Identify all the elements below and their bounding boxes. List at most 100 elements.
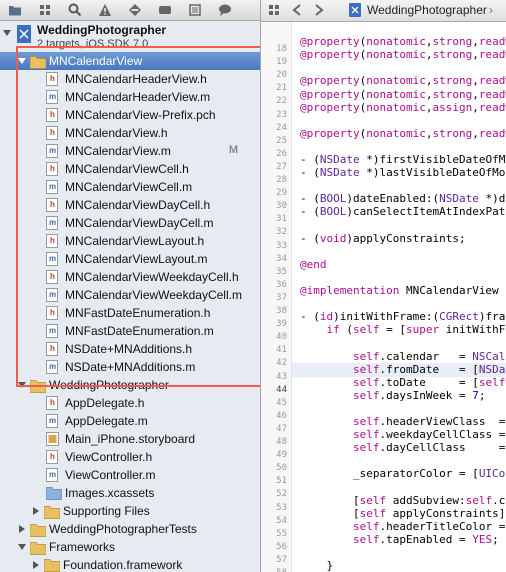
code-line[interactable]: self.daysInWeek = 7; xyxy=(300,389,485,402)
code-line[interactable]: self.headerViewClass = MNC xyxy=(300,415,506,428)
code-line[interactable]: self.tapEnabled = YES; xyxy=(300,533,499,546)
code-line[interactable]: - (BOOL)dateEnabled:(NSDate *)date xyxy=(300,192,506,205)
test-icon[interactable] xyxy=(158,3,172,17)
disclosure-open-icon[interactable] xyxy=(18,543,26,551)
breakpoint-icon[interactable] xyxy=(128,3,142,17)
code-line[interactable]: @property(nonatomic,strong,readwri xyxy=(300,74,506,87)
group-row[interactable]: Supporting Files xyxy=(0,502,260,520)
symbol-icon[interactable] xyxy=(38,3,52,17)
implementation-file-icon: m xyxy=(46,90,58,104)
code-line[interactable]: self.calendar = NSCalenda xyxy=(300,350,506,363)
file-row[interactable]: m AppDelegate.m xyxy=(0,412,260,430)
code-line[interactable]: - (id)initWithFrame:(CGRect)frame xyxy=(300,310,506,323)
project-root[interactable]: WeddingPhotographer 2 targets, iOS SDK 7… xyxy=(0,22,260,52)
row-label: MNFastDateEnumeration.h xyxy=(65,306,211,320)
file-row[interactable]: m MNCalendarViewDayCell.m xyxy=(0,214,260,232)
back-arrow-icon[interactable] xyxy=(291,3,303,17)
disclosure-closed-icon[interactable] xyxy=(18,525,26,533)
speech-icon[interactable] xyxy=(218,3,232,17)
line-number: 52 xyxy=(276,489,287,500)
disclosure-open-icon[interactable] xyxy=(18,381,26,389)
code-line[interactable]: [self applyConstraints]; xyxy=(300,507,506,520)
jumpbar-project-label[interactable]: WeddingPhotographer xyxy=(367,3,487,17)
file-type-letter: m xyxy=(48,416,57,425)
row-label: WeddingPhotographer xyxy=(49,378,169,392)
project-name: WeddingPhotographer xyxy=(37,23,167,37)
row-label: MNFastDateEnumeration.m xyxy=(65,324,214,338)
line-number: 40 xyxy=(276,332,287,343)
line-number: 37 xyxy=(276,292,287,303)
file-row[interactable]: Images.xcassets xyxy=(0,484,260,502)
file-row[interactable]: m NSDate+MNAdditions.m xyxy=(0,358,260,376)
code-line[interactable]: @property(nonatomic,strong,readwri xyxy=(300,127,506,140)
file-row[interactable]: Foundation.framework xyxy=(0,556,260,572)
code-line[interactable]: - (void)applyConstraints; xyxy=(300,232,466,245)
disclosure-closed-icon[interactable] xyxy=(32,561,40,569)
line-number: 22 xyxy=(276,96,287,107)
row-label: AppDelegate.h xyxy=(65,396,145,410)
chevron-right-icon: › xyxy=(489,3,493,17)
group-row[interactable]: Frameworks xyxy=(0,538,260,556)
related-items-icon[interactable] xyxy=(267,3,281,17)
warning-icon[interactable] xyxy=(98,3,112,17)
project-icon[interactable] xyxy=(347,3,363,17)
code-line[interactable]: - (NSDate *)firstVisibleDateOfMont xyxy=(300,153,506,166)
file-row[interactable]: h MNCalendarViewLayout.h xyxy=(0,232,260,250)
implementation-file-icon: m xyxy=(46,360,58,374)
code-line[interactable]: self.dayCellClass = MNC xyxy=(300,441,506,454)
code-line[interactable]: - (BOOL)canSelectItemAtIndexPath:( xyxy=(300,205,506,218)
file-row[interactable]: Main_iPhone.storyboard xyxy=(0,430,260,448)
group-row[interactable]: WeddingPhotographerTests xyxy=(0,520,260,538)
file-row[interactable]: m MNCalendarViewLayout.m xyxy=(0,250,260,268)
file-type-letter: m xyxy=(48,362,57,371)
file-row[interactable]: h NSDate+MNAdditions.h xyxy=(0,340,260,358)
code-line[interactable]: @property(nonatomic,assign,readwri xyxy=(300,101,506,114)
group-row[interactable]: MNCalendarView xyxy=(0,52,260,70)
file-row[interactable]: h ViewController.h xyxy=(0,448,260,466)
row-label: AppDelegate.m xyxy=(65,414,148,428)
code-line[interactable]: @property(nonatomic,strong,readwri xyxy=(300,48,506,61)
file-row[interactable]: h MNFastDateEnumeration.h xyxy=(0,304,260,322)
code-line[interactable]: } xyxy=(300,559,333,572)
file-type-letter: h xyxy=(50,74,55,83)
code-line[interactable]: - (NSDate *)lastVisibleDateOfMonth xyxy=(300,166,506,179)
disclosure-closed-icon[interactable] xyxy=(32,507,40,515)
file-row[interactable]: m MNFastDateEnumeration.m xyxy=(0,322,260,340)
log-icon[interactable] xyxy=(188,3,202,17)
forward-arrow-icon[interactable] xyxy=(313,3,325,17)
file-row[interactable]: m MNCalendarViewCell.m xyxy=(0,178,260,196)
code-line[interactable]: [self addSubview:self.colle xyxy=(300,494,506,507)
file-row[interactable]: m MNCalendarHeaderView.m xyxy=(0,88,260,106)
file-row[interactable]: h AppDelegate.h xyxy=(0,394,260,412)
code-line[interactable]: self.fromDate = [NSDate.d xyxy=(300,363,506,376)
code-line[interactable]: @implementation MNCalendarView xyxy=(300,284,499,297)
file-row[interactable]: h MNCalendarView-Prefix.pch xyxy=(0,106,260,124)
code-line[interactable]: @property(nonatomic,strong,readwri xyxy=(300,88,506,101)
file-row[interactable]: m ViewController.m xyxy=(0,466,260,484)
modified-badge: M xyxy=(228,144,238,156)
line-number: 20 xyxy=(276,70,287,81)
file-row[interactable]: m MNCalendarView.m M xyxy=(0,142,260,160)
file-row[interactable]: h MNCalendarHeaderView.h xyxy=(0,70,260,88)
code-line[interactable]: @end xyxy=(300,258,327,271)
group-row[interactable]: WeddingPhotographer xyxy=(0,376,260,394)
code-line[interactable]: self.toDate = [self.fro xyxy=(300,376,506,389)
file-row[interactable]: h MNCalendarViewCell.h xyxy=(0,160,260,178)
disclosure-open-icon[interactable] xyxy=(18,57,26,65)
code-line[interactable]: self.headerTitleColor = [UI xyxy=(300,520,506,533)
line-number: 55 xyxy=(276,528,287,539)
search-icon[interactable] xyxy=(68,3,82,17)
file-row[interactable]: m MNCalendarViewWeekdayCell.m xyxy=(0,286,260,304)
row-label: MNCalendarViewCell.m xyxy=(65,180,193,194)
folder-icon xyxy=(30,56,46,69)
file-row[interactable]: h MNCalendarViewWeekdayCell.h xyxy=(0,268,260,286)
folder-icon[interactable] xyxy=(8,3,22,17)
code-line[interactable]: @property(nonatomic,strong,readwri xyxy=(300,35,506,48)
file-row[interactable]: h MNCalendarViewDayCell.h xyxy=(0,196,260,214)
code-line[interactable]: self.weekdayCellClass = MNC xyxy=(300,428,506,441)
row-label: MNCalendarViewLayout.m xyxy=(65,252,208,266)
code-line[interactable]: _separatorColor = [UIColor xyxy=(300,467,506,480)
file-row[interactable]: h MNCalendarView.h xyxy=(0,124,260,142)
disclosure-open-icon[interactable] xyxy=(3,29,11,37)
code-line[interactable]: if (self = [super initWithFram xyxy=(300,323,506,336)
